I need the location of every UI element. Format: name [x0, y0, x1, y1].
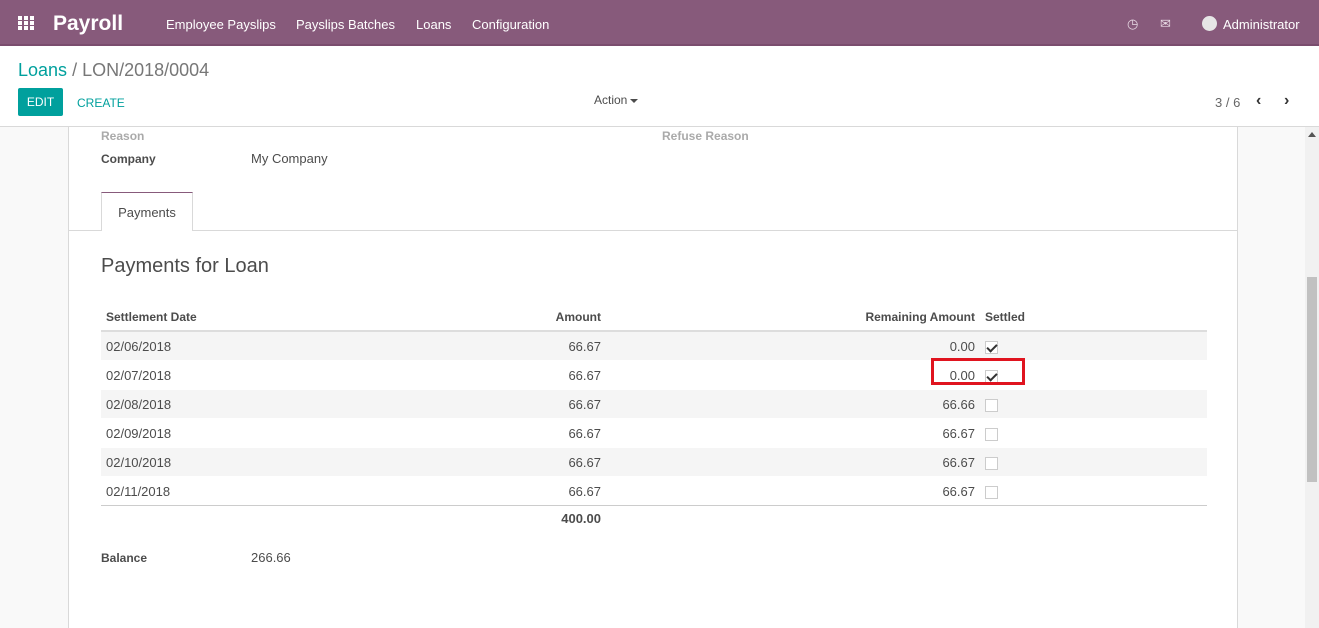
refuse-reason-label: Refuse Reason: [662, 129, 749, 143]
settled-cell: [980, 447, 1207, 477]
user-menu[interactable]: Administrator: [1223, 17, 1300, 32]
remaining-amount-cell: 66.67: [606, 418, 980, 448]
top-navbar: Payroll Employee Payslips Payslips Batch…: [0, 0, 1319, 46]
column-remaining-amount[interactable]: Remaining Amount: [606, 304, 980, 332]
company-value: My Company: [251, 151, 328, 166]
settled-cell: [980, 476, 1207, 506]
menu-payslips-batches[interactable]: Payslips Batches: [296, 17, 395, 32]
settled-cell: [980, 330, 1207, 361]
amount-cell: 66.67: [421, 476, 606, 506]
settlement-date-cell: 02/10/2018: [101, 447, 421, 477]
tab-payments[interactable]: Payments: [101, 192, 193, 231]
settled-cell: [980, 418, 1207, 448]
settlement-date-cell: 02/08/2018: [101, 389, 421, 419]
action-dropdown[interactable]: Action: [594, 93, 639, 107]
payments-table: Settlement Date Amount Remaining Amount …: [101, 304, 1207, 530]
highlight-box: [931, 358, 1025, 385]
amount-cell: 66.67: [421, 330, 606, 361]
user-avatar-icon[interactable]: [1202, 16, 1217, 31]
apps-grid-icon[interactable]: [18, 16, 35, 30]
table-total-row: 400.00: [101, 505, 1207, 530]
breadcrumb-separator: /: [72, 60, 78, 80]
remaining-amount-cell: 66.67: [606, 447, 980, 477]
amount-cell: 66.67: [421, 418, 606, 448]
settled-checkbox[interactable]: [985, 398, 998, 412]
reason-label: Reason: [101, 129, 145, 143]
remaining-amount-cell: 66.67: [606, 476, 980, 506]
column-settled[interactable]: Settled: [980, 304, 1207, 332]
settled-checkbox[interactable]: [985, 427, 998, 441]
amount-cell: 66.67: [421, 389, 606, 419]
form-sheet: Reason Refuse Reason Company My Company …: [68, 127, 1238, 628]
menu-configuration[interactable]: Configuration: [472, 17, 549, 32]
table-row[interactable]: 02/06/2018 66.67 0.00: [101, 330, 1207, 361]
total-amount: 400.00: [421, 505, 606, 530]
chevron-left-icon[interactable]: ‹: [1256, 92, 1261, 110]
control-panel: Loans / LON/2018/0004 EDIT CREATE Action…: [0, 46, 1319, 127]
settlement-date-cell: 02/06/2018: [101, 330, 421, 361]
settlement-date-cell: 02/11/2018: [101, 476, 421, 506]
table-row[interactable]: 02/09/2018 66.67 66.67: [101, 418, 1207, 448]
settled-checkbox[interactable]: [985, 340, 998, 354]
remaining-amount-cell: 0.00: [606, 360, 980, 390]
remaining-amount-cell: 66.66: [606, 389, 980, 419]
remaining-amount-cell: 0.00: [606, 330, 980, 361]
chevron-right-icon[interactable]: ›: [1284, 92, 1289, 110]
scroll-thumb[interactable]: [1307, 277, 1317, 482]
settlement-date-cell: 02/07/2018: [101, 360, 421, 390]
amount-cell: 66.67: [421, 447, 606, 477]
form-view: Reason Refuse Reason Company My Company …: [0, 127, 1305, 628]
column-amount[interactable]: Amount: [421, 304, 606, 332]
pager-value[interactable]: 3 / 6: [1215, 95, 1240, 110]
table-row[interactable]: 02/07/2018 66.67 0.00: [101, 360, 1207, 390]
chat-icon[interactable]: ✉: [1160, 16, 1171, 32]
balance-label: Balance: [101, 551, 148, 565]
tabs-divider: [69, 230, 1237, 231]
caret-down-icon: [630, 98, 639, 103]
settled-checkbox[interactable]: [985, 485, 998, 499]
breadcrumb-loans[interactable]: Loans: [18, 60, 67, 80]
breadcrumb-current: LON/2018/0004: [82, 60, 210, 80]
amount-cell: 66.67: [421, 360, 606, 390]
menu-employee-payslips[interactable]: Employee Payslips: [166, 17, 276, 32]
action-label: Action: [594, 93, 628, 107]
table-row[interactable]: 02/08/2018 66.67 66.66: [101, 389, 1207, 419]
edit-button[interactable]: EDIT: [18, 88, 63, 116]
section-title: Payments for Loan: [101, 255, 269, 277]
table-row[interactable]: 02/10/2018 66.67 66.67: [101, 447, 1207, 477]
table-row[interactable]: 02/11/2018 66.67 66.67: [101, 476, 1207, 506]
table-header-row: Settlement Date Amount Remaining Amount …: [101, 304, 1207, 332]
app-brand[interactable]: Payroll: [53, 12, 123, 36]
settled-checkbox[interactable]: [985, 456, 998, 470]
menu-loans[interactable]: Loans: [416, 17, 451, 32]
column-settlement-date[interactable]: Settlement Date: [101, 304, 421, 332]
settlement-date-cell: 02/09/2018: [101, 418, 421, 448]
vertical-scrollbar[interactable]: [1305, 127, 1319, 628]
breadcrumb: Loans / LON/2018/0004: [18, 60, 209, 81]
settled-cell: [980, 389, 1207, 419]
scroll-up-icon[interactable]: [1308, 132, 1316, 137]
balance-value: 266.66: [251, 550, 291, 565]
create-button[interactable]: CREATE: [77, 96, 125, 110]
company-label: Company: [101, 152, 156, 166]
clock-icon[interactable]: ◷: [1127, 16, 1138, 32]
